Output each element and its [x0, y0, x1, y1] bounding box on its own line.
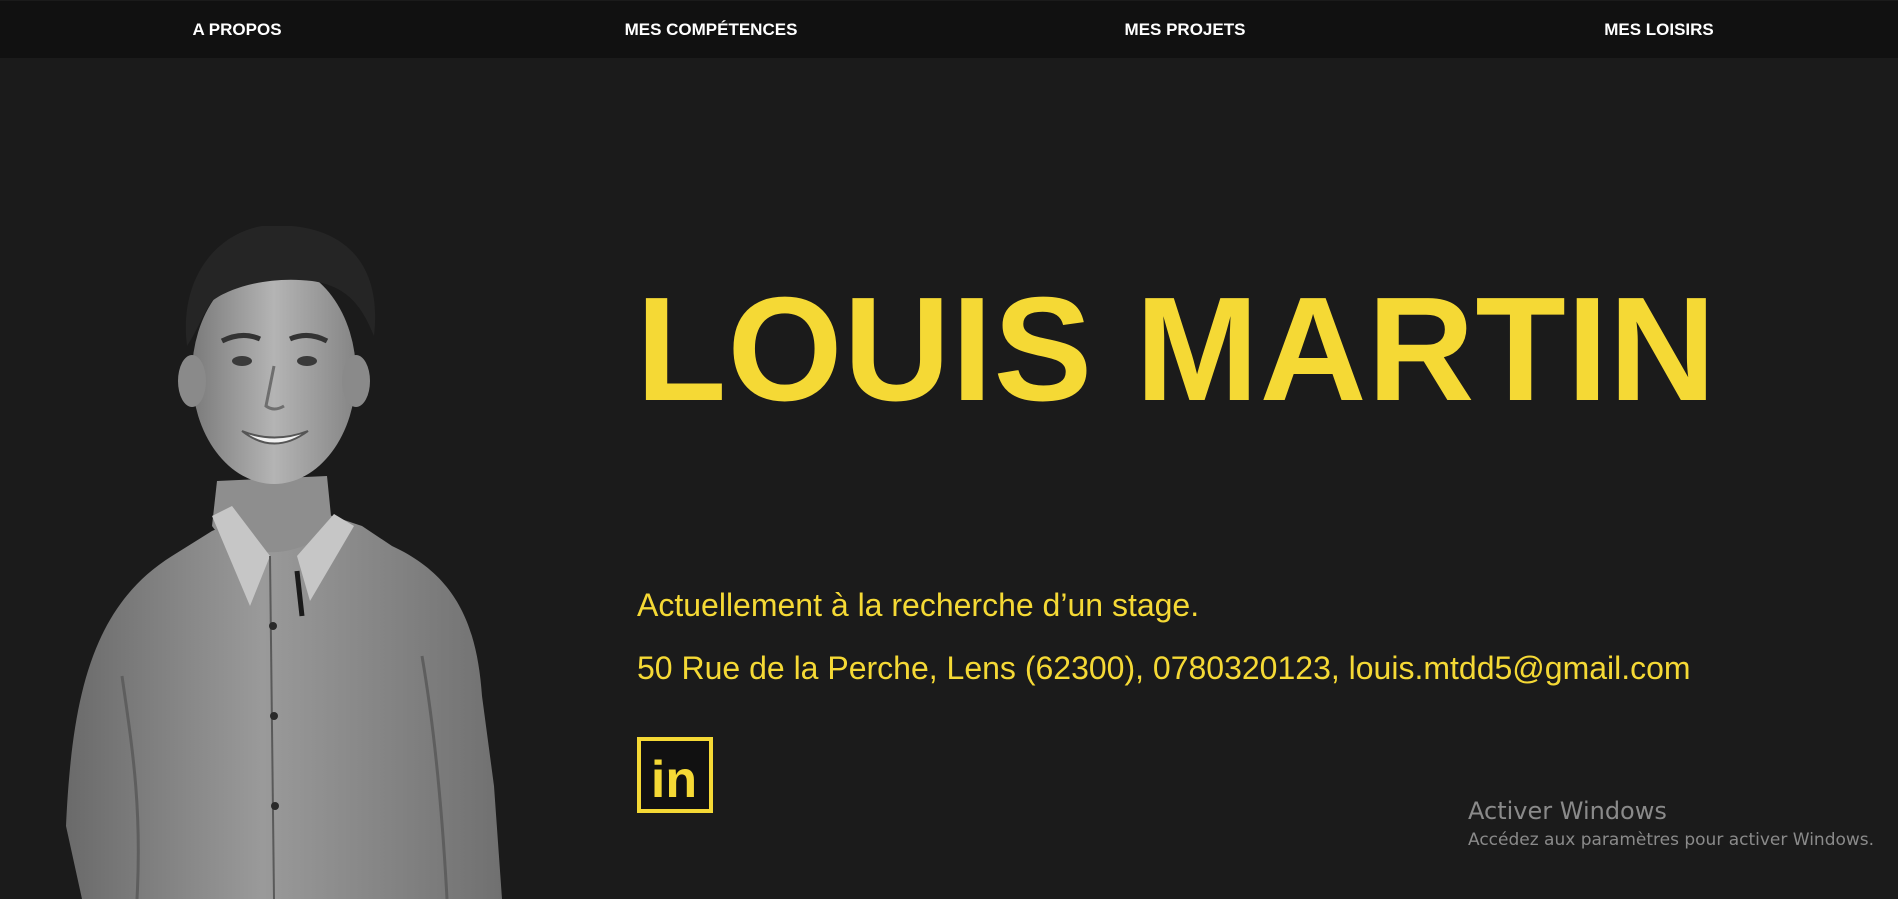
contact-info: 50 Rue de la Perche, Lens (62300), 07803… — [637, 650, 1691, 686]
nav-item-mes-projets[interactable]: MES PROJETS — [948, 1, 1422, 58]
profile-photo — [66, 226, 502, 899]
nav-item-label: MES LOISIRS — [1604, 20, 1714, 39]
nav-item-label: MES COMPÉTENCES — [624, 20, 798, 39]
hero-tagline: Actuellement à la recherche d’un stage. — [637, 587, 1200, 623]
linkedin-glyph: in — [651, 751, 697, 809]
windows-activation-title: Activer Windows — [1468, 797, 1667, 825]
nav-item-mes-loisirs[interactable]: MES LOISIRS — [1422, 1, 1896, 58]
nav-item-mes-competences[interactable]: MES COMPÉTENCES — [474, 1, 948, 58]
top-navbar: A PROPOS MES COMPÉTENCES MES PROJETS MES… — [0, 1, 1898, 58]
linkedin-link[interactable]: in — [637, 737, 713, 813]
nav-item-label: MES PROJETS — [1124, 20, 1246, 39]
nav-item-label: A PROPOS — [192, 20, 282, 39]
hero-name: LOUIS MARTIN — [636, 267, 1717, 432]
page: A PROPOS MES COMPÉTENCES MES PROJETS MES… — [0, 0, 1898, 899]
nav-item-a-propos[interactable]: A PROPOS — [0, 1, 474, 58]
linkedin-icon: in — [637, 737, 713, 813]
windows-activation-watermark: Activer Windows Accédez aux paramètres p… — [1468, 796, 1874, 852]
windows-activation-subtitle: Accédez aux paramètres pour activer Wind… — [1468, 830, 1875, 850]
